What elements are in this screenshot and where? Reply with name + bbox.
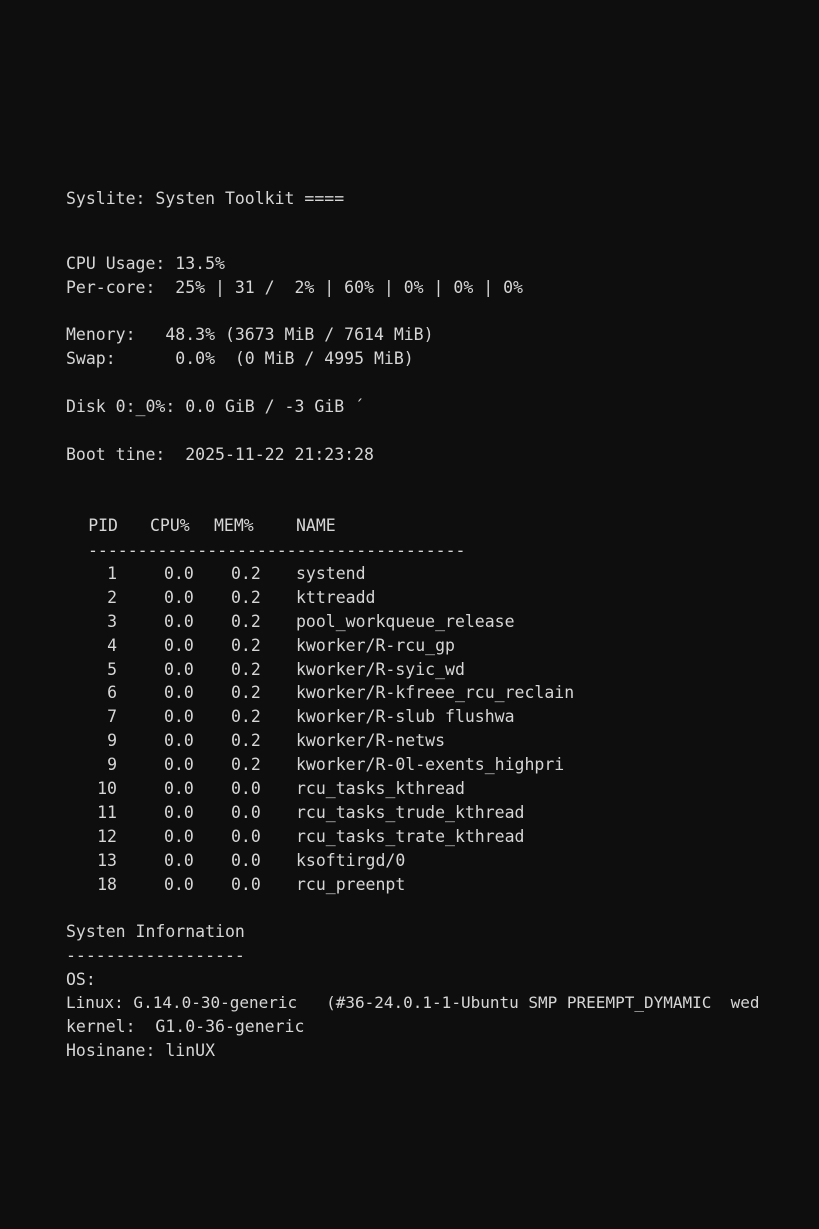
terminal-window[interactable]: Syslite: Systen Toolkit ==== CPU Usage: … — [0, 0, 819, 1229]
cpu-cell: 0.0 — [164, 707, 194, 727]
cpu-cell: 0.0 — [164, 659, 194, 679]
pid-cell: 10 — [97, 779, 117, 799]
pid-cell: 3 — [107, 611, 117, 631]
name-cell: kttreadd — [296, 587, 376, 607]
cpu-cell: 0.0 — [164, 802, 194, 822]
name-cell: rcu_tasks_kthread — [296, 779, 465, 799]
pid-cell: 11 — [97, 802, 117, 822]
name-cell: kworker/R-0l-exents_highpri — [296, 755, 565, 775]
cpu-cell: 0.0 — [164, 755, 194, 775]
table-row: 9 0.0 0.2 kworker/R-0l-exents_highpri — [66, 755, 766, 779]
mem-cell: 0.0 — [231, 850, 261, 870]
pid-cell: 1 — [107, 564, 117, 583]
cpu-cell: 0.0 — [164, 564, 194, 583]
cpu-cell: 0.0 — [164, 683, 194, 703]
table-row: 7 0.0 0.2 kworker/R-slub flushwa — [66, 707, 766, 731]
cpu-usage-line: CPU Usage: 13.5% — [66, 254, 225, 273]
table-row: 5 0.0 0.2 kworker/R-syic_wd — [66, 660, 766, 684]
mem-cell: 0.0 — [231, 779, 261, 799]
process-table-header: PID CPU% MEM% NAME — [66, 516, 666, 540]
pid-cell: 9 — [107, 755, 117, 775]
table-row: 3 0.0 0.2 pool_workqueue_release — [66, 612, 766, 636]
mem-cell: 0.0 — [231, 874, 261, 894]
table-row: 9 0.0 0.2 kworker/R-netws — [66, 731, 766, 755]
name-cell: rcu_tasks_trate_kthread — [296, 826, 525, 846]
os-label: OS: — [66, 970, 96, 989]
process-table: PID CPU% MEM% NAME — [66, 516, 666, 540]
table-row: 1 0.0 0.2 systend — [66, 564, 766, 588]
pid-cell: 5 — [107, 659, 117, 679]
cpu-cell: 0.0 — [164, 635, 194, 655]
process-table-body: 1 0.0 0.2 systend 2 0.0 0.2 kttreadd 3 0… — [66, 564, 766, 898]
table-row: 18 0.0 0.0 rcu_preenpt — [66, 875, 766, 899]
cpu-cell: 0.0 — [164, 611, 194, 631]
pid-column-header: PID — [88, 516, 118, 535]
process-table-separator: -------------------------------------- — [88, 541, 466, 560]
mem-column-header: MEM% — [214, 516, 254, 535]
boot-time-line: Boot tine: 2025-11-22 21:23:28 — [66, 445, 374, 464]
table-row: 6 0.0 0.2 kworker/R-kfreee_rcu_reclain — [66, 683, 766, 707]
name-cell: systend — [296, 564, 366, 583]
linux-version-line: Linux: G.14.0-30-generic (#36-24.0.1-1-U… — [66, 993, 760, 1012]
pid-cell: 18 — [97, 874, 117, 894]
pid-cell: 6 — [107, 683, 117, 703]
name-cell: rcu_preenpt — [296, 874, 406, 894]
name-cell: kworker/R-slub flushwa — [296, 707, 515, 727]
name-column-header: NAME — [296, 516, 336, 535]
name-cell: kworker/R-kfreee_rcu_reclain — [296, 683, 575, 703]
pid-cell: 4 — [107, 635, 117, 655]
mem-cell: 0.2 — [231, 707, 261, 727]
table-row: 13 0.0 0.0 ksoftirgd/0 — [66, 851, 766, 875]
table-row: 12 0.0 0.0 rcu_tasks_trate_kthread — [66, 827, 766, 851]
pid-cell: 9 — [107, 731, 117, 751]
mem-cell: 0.2 — [231, 755, 261, 775]
mem-cell: 0.2 — [231, 611, 261, 631]
name-cell: ksoftirgd/0 — [296, 850, 406, 870]
name-cell: kworker/R-rcu_gp — [296, 635, 455, 655]
mem-cell: 0.2 — [231, 731, 261, 751]
mem-cell: 0.0 — [231, 802, 261, 822]
system-info-separator: ------------------ — [66, 946, 245, 965]
pid-cell: 12 — [97, 826, 117, 846]
name-cell: kworker/R-netws — [296, 731, 446, 751]
mem-cell: 0.2 — [231, 564, 261, 583]
mem-cell: 0.0 — [231, 826, 261, 846]
table-row: 4 0.0 0.2 kworker/R-rcu_gp — [66, 636, 766, 660]
table-row: 10 0.0 0.0 rcu_tasks_kthread — [66, 779, 766, 803]
swap-line: Swap: 0.0% (0 MiB / 4995 MiB) — [66, 349, 414, 368]
cpu-cell: 0.0 — [164, 587, 194, 607]
pid-cell: 2 — [107, 587, 117, 607]
mem-cell: 0.2 — [231, 659, 261, 679]
hostname-line: Hosinane: linUX — [66, 1041, 216, 1060]
memory-line: Menory: 48.3% (3673 MiB / 7614 MiB) — [66, 325, 434, 344]
table-row: 11 0.0 0.0 rcu_tasks_trude_kthread — [66, 803, 766, 827]
mem-cell: 0.2 — [231, 635, 261, 655]
kernel-line: kernel: G1.0-36-generic — [66, 1017, 305, 1036]
pid-cell: 13 — [97, 850, 117, 870]
cpu-cell: 0.0 — [164, 850, 194, 870]
table-row: 2 0.0 0.2 kttreadd — [66, 588, 766, 612]
name-cell: rcu_tasks_trude_kthread — [296, 802, 525, 822]
name-cell: kworker/R-syic_wd — [296, 659, 465, 679]
disk-line: Disk 0:_0%: 0.0 GiB / -3 GiB ´ — [66, 397, 365, 416]
cpu-cell: 0.0 — [164, 779, 194, 799]
toolkit-title: Syslite: Systen Toolkit ==== — [66, 189, 345, 208]
pid-cell: 7 — [107, 707, 117, 727]
system-info-title: Systen Infornation — [66, 922, 245, 941]
cpu-cell: 0.0 — [164, 874, 194, 894]
cpu-cell: 0.0 — [164, 731, 194, 751]
mem-cell: 0.2 — [231, 683, 261, 703]
per-core-line: Per-core: 25% | 31 / 2% | 60% | 0% | 0% … — [66, 278, 523, 297]
cpu-cell: 0.0 — [164, 826, 194, 846]
name-cell: pool_workqueue_release — [296, 611, 515, 631]
cpu-column-header: CPU% — [150, 516, 190, 535]
mem-cell: 0.2 — [231, 587, 261, 607]
